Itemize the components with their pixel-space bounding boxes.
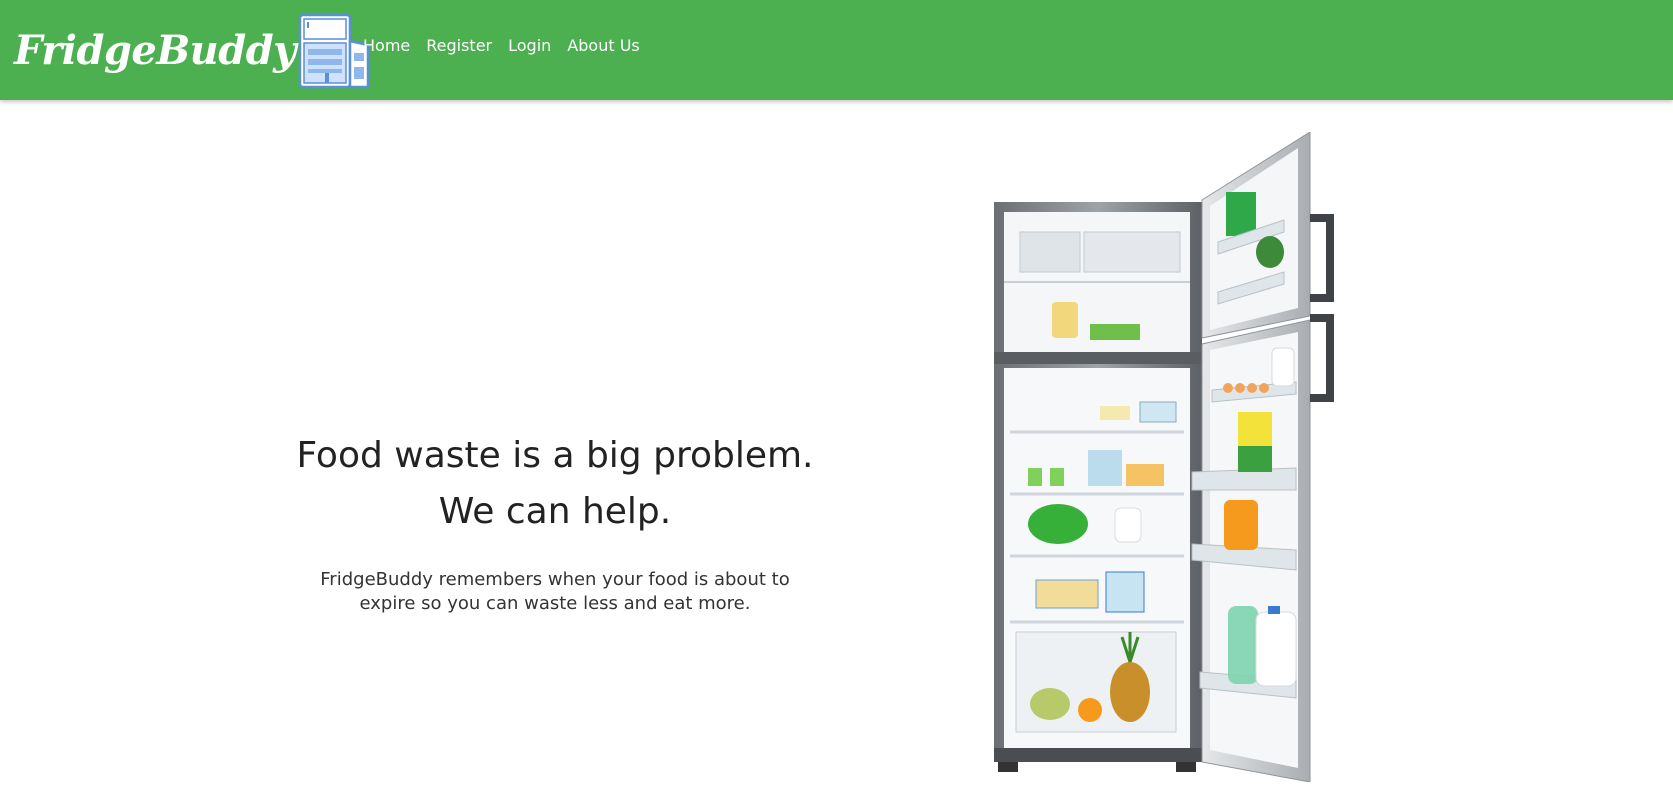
nav-menu: Home Register Login About Us xyxy=(355,34,648,57)
hero-heading: Food waste is a big problem. We can help… xyxy=(245,428,865,540)
hero-heading-line1: Food waste is a big problem. xyxy=(296,435,814,476)
nav-login-link[interactable]: Login xyxy=(500,34,559,57)
brand-name: FridgeBuddy xyxy=(14,26,296,74)
hero-text-block: Food waste is a big problem. We can help… xyxy=(245,428,865,616)
navbar: FridgeBuddy Home Register Login About Us xyxy=(0,0,1673,100)
nav-about-link[interactable]: About Us xyxy=(559,34,647,57)
nav-home-link[interactable]: Home xyxy=(355,34,418,57)
open-fridge-illustration xyxy=(980,131,1360,786)
hero-heading-line2: We can help. xyxy=(438,491,672,532)
nav-register-link[interactable]: Register xyxy=(418,34,500,57)
hero-subtext: FridgeBuddy remembers when your food is … xyxy=(320,569,790,614)
brand-link[interactable]: FridgeBuddy xyxy=(14,8,370,92)
